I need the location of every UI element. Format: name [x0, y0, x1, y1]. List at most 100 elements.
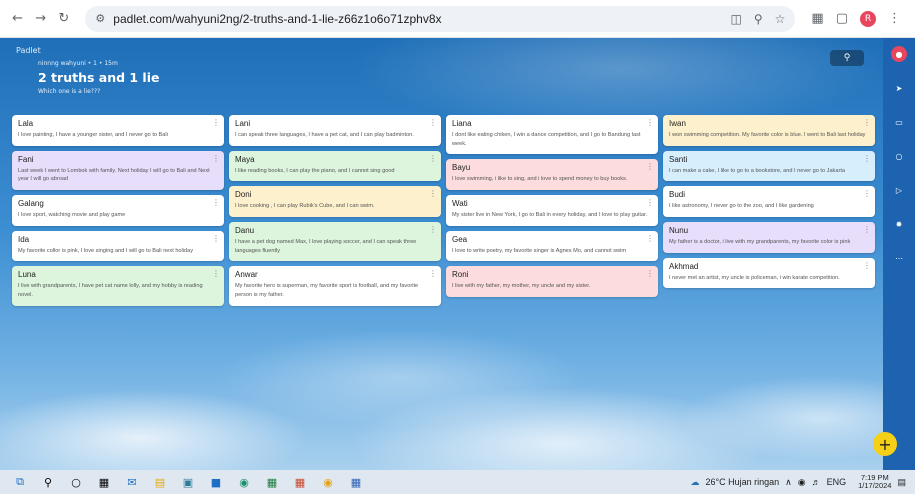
post-card[interactable]: Akhmad I never met an artist, my uncle is… [663, 257, 875, 289]
post-author: Lala [18, 119, 34, 128]
post-card[interactable]: Fani Last week I went to Lombok with fami… [12, 150, 224, 190]
post-menu-icon[interactable]: ⋮ [212, 198, 220, 207]
add-post-button[interactable]: + [873, 432, 897, 456]
more-icon[interactable]: ⋯ [891, 250, 907, 266]
profile-icon[interactable]: ● [891, 46, 907, 62]
post-author: Galang [18, 198, 44, 208]
post-body: I love swimming, i like to sing, and i l… [452, 176, 628, 183]
word-icon[interactable]: ▦ [347, 473, 365, 491]
search-button[interactable]: ⚲ [830, 50, 864, 66]
sidepanel-icon[interactable]: ▢ [836, 11, 848, 26]
post-menu-icon[interactable]: ⋮ [646, 269, 654, 278]
edge-icon[interactable]: ◉ [235, 473, 253, 491]
search-icon[interactable]: ⚲ [39, 473, 57, 491]
post-menu-icon[interactable]: ⋮ [646, 198, 654, 207]
post-menu-icon[interactable]: ⋮ [212, 269, 220, 278]
post-card[interactable]: Ida My favorite collor is pink, I love si… [12, 230, 224, 262]
mail-icon[interactable]: ✉ [123, 473, 141, 491]
post-card[interactable]: Wati My sister live in New York, I go to … [446, 194, 658, 226]
play-icon[interactable]: ▷ [891, 182, 907, 198]
reload-icon[interactable]: ↻ [54, 9, 73, 29]
settings-icon[interactable]: ✹ [891, 216, 907, 232]
post-card[interactable]: Bayu I love swimming, i like to sing, and… [446, 159, 658, 190]
excel-icon[interactable]: ▦ [263, 473, 281, 491]
clock[interactable]: 7:19 PM 1/17/2024 [855, 473, 894, 491]
post-menu-icon[interactable]: ⋮ [863, 261, 871, 270]
windows-start-icon[interactable]: ⧉ [11, 473, 29, 491]
comment-icon[interactable]: ○ [891, 148, 907, 164]
extensions-icon[interactable]: ▦ [811, 11, 823, 26]
post-card[interactable]: Nunu My father is a doctor, i live with m… [663, 221, 875, 253]
post-menu-icon[interactable]: ⋮ [429, 225, 437, 234]
right-action-bar: ● ➤ ▭ ○ ▷ ✹ ⋯ [883, 38, 915, 470]
address-bar[interactable]: ⚙ padlet.com/wahyuni2ng/2-truths-and-1-l… [85, 5, 796, 32]
post-menu-icon[interactable]: ⋮ [212, 234, 220, 243]
post-author: Liana [452, 119, 472, 128]
app-icon[interactable]: ■ [207, 473, 225, 491]
weather-text[interactable]: 26°C Hujan ringan [705, 477, 779, 487]
notification-icon[interactable]: ▤ [897, 477, 906, 488]
post-menu-icon[interactable]: ⋮ [212, 154, 220, 163]
post-card[interactable]: Luna I live with grandparents, I have pet… [12, 266, 224, 306]
padlet-logo[interactable]: Padlet [16, 46, 41, 55]
post-menu-icon[interactable]: ⋮ [212, 118, 220, 127]
post-author: Santi [669, 154, 688, 164]
post-menu-icon[interactable]: ⋮ [646, 234, 654, 243]
post-card[interactable]: Galang I love sport, watching movie and p… [12, 194, 224, 226]
post-body: I live with grandparents, I have pet cat… [18, 283, 203, 298]
task-view-icon[interactable]: ▦ [95, 473, 113, 491]
menu-kebab-icon[interactable]: ⋮ [888, 11, 901, 26]
post-card[interactable]: Budi I like astronomy, I never go to the … [663, 186, 875, 217]
post-menu-icon[interactable]: ⋮ [429, 154, 437, 163]
post-author: Anwar [235, 270, 258, 280]
post-card[interactable]: Gea I love to write poetry, my favorite s… [446, 230, 658, 262]
language-indicator[interactable]: ENG [827, 477, 847, 487]
post-card[interactable]: Iwan I won swimming competition. My favor… [663, 115, 875, 146]
post-card[interactable]: Maya I like reading books, I can play the… [229, 150, 441, 182]
author-line: ninnng wahyuni • 1 • 15m [38, 60, 118, 67]
post-body: I love sport, watching movie and play ga… [18, 211, 126, 218]
post-menu-icon[interactable]: ⋮ [646, 162, 654, 171]
post-author: Wati [452, 198, 468, 208]
file-explorer-icon[interactable]: ▤ [151, 473, 169, 491]
store-icon[interactable]: ▣ [179, 473, 197, 491]
post-card[interactable]: Doni I love cooking , I can play Rubik's … [229, 186, 441, 217]
url-text: padlet.com/wahyuni2ng/2-truths-and-1-lie… [113, 11, 442, 26]
post-card[interactable]: Lala I love painting, I have a younger si… [12, 115, 224, 146]
system-tray: ☁ 26°C Hujan ringan ∧ ◉ ♬ ENG 7:19 PM 1/… [687, 473, 909, 491]
post-menu-icon[interactable]: ⋮ [863, 189, 871, 198]
network-icon[interactable]: ◉ [798, 477, 806, 488]
post-card[interactable]: Lani I can speak three languages, I have … [229, 115, 441, 146]
post-card[interactable]: Danu I have a pet dog named Max, I love p… [229, 221, 441, 262]
post-card[interactable]: Santi I can make a cake, I like to go to … [663, 150, 875, 182]
post-menu-icon[interactable]: ⋮ [863, 225, 871, 234]
post-author: Danu [235, 225, 255, 235]
column: Liana I dont like eating chiken, I win a … [446, 115, 658, 297]
post-menu-icon[interactable]: ⋮ [863, 154, 871, 163]
chevron-up-icon[interactable]: ∧ [785, 477, 792, 488]
cast-icon[interactable]: ◫ [731, 12, 742, 26]
profile-avatar[interactable]: R [860, 10, 877, 27]
bookmark-star-icon[interactable]: ☆ [775, 12, 786, 26]
slideshow-icon[interactable]: ▭ [891, 114, 907, 130]
post-menu-icon[interactable]: ⋮ [429, 189, 437, 198]
post-menu-icon[interactable]: ⋮ [863, 118, 871, 127]
post-menu-icon[interactable]: ⋮ [429, 118, 437, 127]
volume-icon[interactable]: ♬ [812, 477, 821, 487]
post-card[interactable]: Anwar My favorite hero is superman, my fa… [229, 266, 441, 306]
share-icon[interactable]: ➤ [891, 80, 907, 96]
forward-icon[interactable]: → [31, 9, 50, 29]
back-icon[interactable]: ← [8, 9, 27, 29]
weather-icon[interactable]: ☁ [690, 477, 699, 488]
site-info-icon[interactable]: ⚙ [95, 12, 105, 25]
post-body: I love to write poetry, my favorite sing… [452, 247, 626, 254]
post-card[interactable]: Roni I live with my father, my mother, my… [446, 266, 658, 297]
cortana-icon[interactable]: ○ [67, 473, 85, 491]
powerpoint-icon[interactable]: ▦ [291, 473, 309, 491]
post-author: Nunu [669, 225, 689, 235]
zoom-icon[interactable]: ⚲ [754, 12, 763, 26]
post-card[interactable]: Liana I dont like eating chiken, I win a … [446, 115, 658, 155]
post-menu-icon[interactable]: ⋮ [429, 269, 437, 278]
chrome-icon[interactable]: ◉ [319, 473, 337, 491]
post-menu-icon[interactable]: ⋮ [646, 118, 654, 127]
